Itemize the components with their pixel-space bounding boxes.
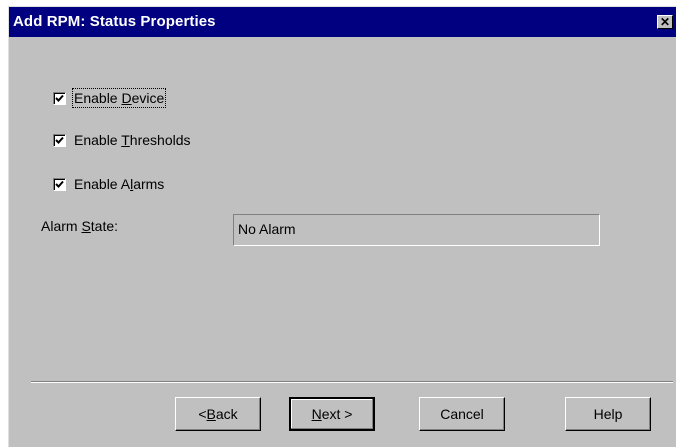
alarm-state-label: Alarm State: <box>41 218 119 234</box>
checkmark-icon <box>55 180 64 188</box>
enable-device-label: Enable Device <box>71 88 167 108</box>
checkmark-icon <box>55 94 64 102</box>
button-separator <box>31 381 673 383</box>
window-title: Add RPM: Status Properties <box>13 13 216 30</box>
next-button[interactable]: Next > <box>289 397 375 431</box>
enable-device-checkbox[interactable]: Enable Device <box>53 88 167 108</box>
alarm-state-field: No Alarm <box>233 214 600 246</box>
cancel-button[interactable]: Cancel <box>419 397 505 431</box>
enable-alarms-checkbox[interactable]: Enable Alarms <box>53 175 164 193</box>
dialog-window: Add RPM: Status Properties ✕ Enable Devi… <box>8 6 676 447</box>
checkbox-box[interactable] <box>53 133 66 147</box>
checkbox-box[interactable] <box>53 91 66 105</box>
checkmark-icon <box>55 136 64 144</box>
close-button[interactable]: ✕ <box>657 15 673 29</box>
enable-alarms-label: Enable Alarms <box>74 176 165 192</box>
close-icon: ✕ <box>659 15 671 29</box>
help-button[interactable]: Help <box>565 397 651 431</box>
title-bar: Add RPM: Status Properties ✕ <box>9 7 676 37</box>
enable-thresholds-label: Enable Thresholds <box>74 132 191 148</box>
enable-thresholds-checkbox[interactable]: Enable Thresholds <box>53 131 191 149</box>
checkbox-box[interactable] <box>53 177 66 191</box>
back-button[interactable]: < Back <box>175 397 261 431</box>
